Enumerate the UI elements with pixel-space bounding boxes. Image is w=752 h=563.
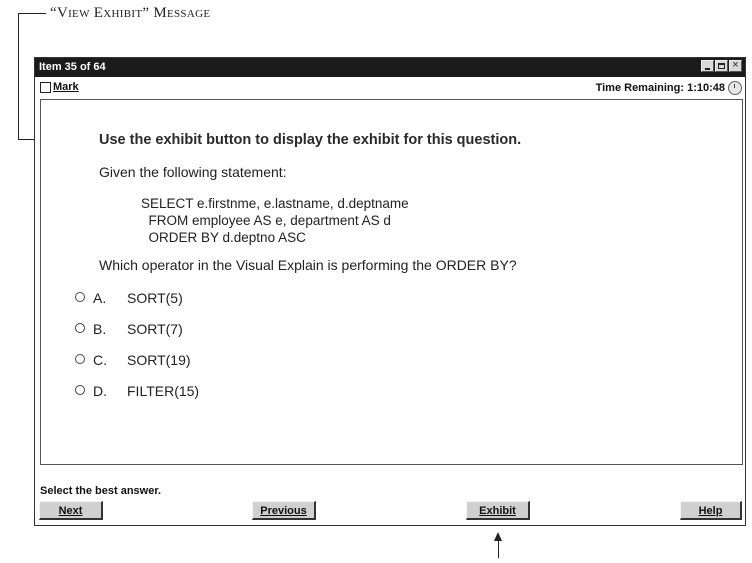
exhibit-pointer-line xyxy=(498,540,499,558)
next-button-label: Next xyxy=(58,505,83,517)
mark-label[interactable]: Mark xyxy=(53,81,79,93)
sql-line: FROM employee AS e, department AS d xyxy=(141,213,391,228)
answer-instruction: Select the best answer. xyxy=(40,485,162,497)
option-text: FILTER(15) xyxy=(127,383,200,399)
option-letter: A. xyxy=(93,290,107,306)
option-text: SORT(5) xyxy=(127,290,183,306)
next-button[interactable]: Next xyxy=(39,501,103,520)
sql-statement: SELECT e.firstnme, e.lastname, d.deptnam… xyxy=(141,195,409,246)
radio-button[interactable] xyxy=(75,354,85,364)
window-controls: × xyxy=(701,59,742,72)
mark-row: Mark Time Remaining: 1:10:48 xyxy=(35,77,745,97)
exhibit-button[interactable]: Exhibit xyxy=(466,501,530,520)
sql-line: SELECT e.firstnme, e.lastname, d.deptnam… xyxy=(141,196,409,211)
callout-line-top xyxy=(18,13,46,14)
minimize-icon xyxy=(705,68,710,70)
window-title: Item 35 of 64 xyxy=(39,61,106,73)
clock-icon xyxy=(728,81,742,95)
previous-button-label: Previous xyxy=(260,505,307,517)
previous-button[interactable]: Previous xyxy=(252,501,316,520)
sql-line: ORDER BY d.deptno ASC xyxy=(141,230,306,245)
close-icon: × xyxy=(732,59,739,71)
radio-button[interactable] xyxy=(75,292,85,302)
radio-button[interactable] xyxy=(75,385,85,395)
mark-checkbox[interactable] xyxy=(40,82,51,93)
option-letter: B. xyxy=(93,321,107,337)
exhibit-button-label: Exhibit xyxy=(479,505,516,517)
question-given-text: Given the following statement: xyxy=(99,164,287,180)
maximize-icon xyxy=(718,63,725,69)
help-button[interactable]: Help xyxy=(680,501,742,520)
question-panel: Use the exhibit button to display the ex… xyxy=(40,99,743,465)
view-exhibit-callout-label: “View Exhibit” Message xyxy=(50,5,211,21)
exhibit-message: Use the exhibit button to display the ex… xyxy=(99,132,522,148)
option-text: SORT(19) xyxy=(127,352,191,368)
maximize-button[interactable] xyxy=(715,60,728,72)
close-button[interactable]: × xyxy=(729,59,742,72)
radio-button[interactable] xyxy=(75,323,85,333)
option-text: SORT(7) xyxy=(127,321,183,337)
help-button-label: Help xyxy=(698,505,723,517)
option-letter: D. xyxy=(93,383,107,399)
question-prompt: Which operator in the Visual Explain is … xyxy=(99,257,517,273)
callout-line-vertical xyxy=(18,13,19,140)
exam-window: Item 35 of 64 × Mark Time Remaining: 1:1… xyxy=(34,57,746,526)
time-remaining: Time Remaining: 1:10:48 xyxy=(595,82,725,94)
minimize-button[interactable] xyxy=(701,60,714,72)
title-bar: Item 35 of 64 × xyxy=(35,58,745,77)
option-letter: C. xyxy=(93,352,107,368)
